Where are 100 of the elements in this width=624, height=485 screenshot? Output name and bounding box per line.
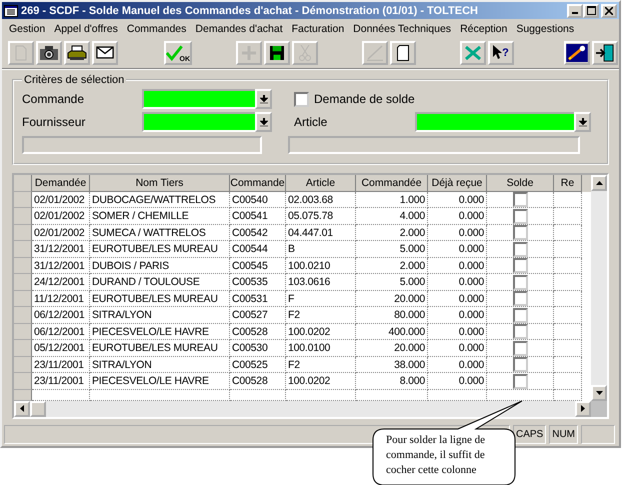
table-cell: 05.075.78 [286,208,356,225]
checkbox[interactable] [294,92,309,107]
table-cell: 100.0210 [286,258,356,274]
table-cell: 0.000 [428,340,487,357]
checkbox[interactable] [512,308,528,323]
toolbar-button[interactable] [92,40,118,65]
menu-item[interactable]: Demandes d'achat [195,22,283,35]
maximize-button[interactable] [583,4,599,18]
table-cell: B [286,241,356,258]
table-cell: C00525 [230,356,286,374]
table-cell: C00545 [230,258,286,274]
article-combo[interactable] [415,112,591,132]
checkbox[interactable] [512,258,528,274]
table-cell: 100.0202 [286,324,356,340]
table-cell: C00540 [230,192,286,208]
row-header [14,356,32,374]
table-cell: 2.000 [356,224,428,242]
checkbox[interactable] [512,291,528,306]
checkbox[interactable] [512,208,528,224]
checkbox[interactable] [512,225,528,240]
table-cell: C00542 [230,224,286,242]
minimize-button[interactable] [567,4,583,18]
table-cell: SUMECA / WATTRELOS [90,224,230,242]
checkbox[interactable] [512,357,528,372]
menu-item[interactable]: Gestion [9,22,46,35]
table-cell: EUROTUBE/LES MUREAU [90,340,230,357]
table-cell: C00535 [230,274,286,291]
status-panel [581,424,615,444]
close-icon [605,6,613,15]
column-header[interactable]: Demandée [32,174,90,192]
column-header[interactable]: Article [286,174,356,192]
pen-icon [367,44,383,61]
table-cell: 103.0616 [286,274,356,291]
table-cell: 24/12/2001 [32,274,90,291]
table-cell: 23/11/2001 [32,373,90,390]
menu-item[interactable]: Suggestions [516,22,574,35]
minimize-icon [572,12,578,14]
column-header[interactable]: Commandée [356,174,428,192]
toolbar-button[interactable] [592,40,618,65]
callout-text: Pour solder la ligne de commande, il suffit de cocher cette colonne [386,433,486,478]
row-header [14,258,32,274]
toolbar-button[interactable] [264,40,290,65]
scroll-thumb[interactable] [30,400,46,417]
printer-icon [67,45,87,60]
close-button[interactable] [601,4,617,18]
toolbar-button[interactable] [390,40,416,65]
vertical-scrollbar[interactable] [591,174,607,401]
dropdown-arrow-icon [578,118,586,127]
table-cell: EUROTUBE/LES MUREAU [90,241,230,258]
toolbar-button[interactable] [564,40,590,65]
table-cell: C00530 [230,340,286,357]
order-combo[interactable] [142,89,272,110]
table-cell: 100.0100 [286,340,356,357]
menu-item[interactable]: Réception [460,22,508,35]
help-button[interactable]: ? [488,40,514,65]
menu-item[interactable]: Facturation [292,22,344,35]
table-cell: 0.000 [428,208,487,225]
row-header [14,208,32,225]
checkbox[interactable] [512,340,528,356]
table-cell: 06/12/2001 [32,324,90,340]
menu-item[interactable]: Données Techniques [353,22,452,35]
table-cell: 06/12/2001 [32,307,90,324]
column-header[interactable]: Solde [487,174,554,192]
row-header [14,224,32,242]
table-cell: SITRA/LYON [90,356,230,374]
pointer-icon [493,45,502,60]
checkbox[interactable] [512,192,528,208]
row-header [14,241,32,258]
table-cell: 80.000 [356,307,428,324]
toolbar-button[interactable] [36,40,62,65]
up-arrow-icon [596,180,602,185]
field-label: Commande [22,92,86,106]
table-cell: SITRA/LYON [90,307,230,324]
table-cell: DURAND / TOULOUSE [90,274,230,291]
supplier-combo[interactable] [142,112,272,132]
menu-item[interactable]: Commandes [126,22,186,35]
field-label: Fournisseur [22,115,86,130]
checkbox[interactable] [512,242,528,257]
checkbox[interactable] [512,324,528,340]
menu-item[interactable]: Appel d'offres [54,22,118,35]
envelope-icon [96,46,114,60]
table-cell: SOMER / CHEMILLE [90,208,230,225]
table-cell: 02/01/2002 [32,208,90,225]
checkbox-label: Demande de solde [314,92,415,106]
column-header[interactable]: Commande [230,174,286,192]
column-header[interactable]: Déjà reçue [428,174,487,192]
horizontal-scrollbar[interactable] [14,400,591,417]
app-icon [4,4,18,17]
toolbar-button[interactable] [64,40,90,65]
scissors-icon [299,44,311,61]
table-cell: 5.000 [356,274,428,291]
table-cell: C00531 [230,290,286,308]
table-cell: 31/12/2001 [32,241,90,258]
checkbox[interactable] [512,374,528,389]
column-header[interactable]: Nom Tiers [90,174,230,192]
checkbox[interactable] [512,274,528,290]
table-cell: 02/01/2002 [32,224,90,242]
field-label: Article [294,115,328,130]
column-header[interactable]: Re [554,174,582,192]
table-cell: 400.000 [356,324,428,340]
